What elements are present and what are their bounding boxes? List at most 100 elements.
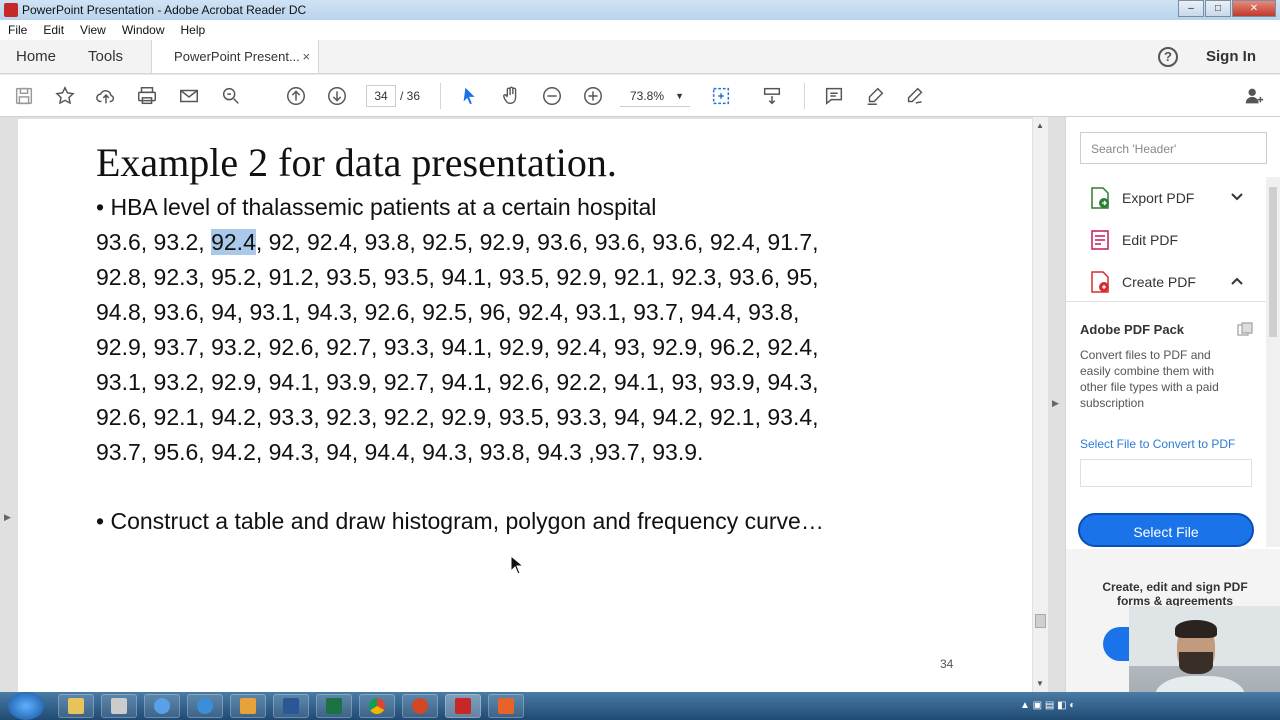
powerpoint-icon [412,698,428,714]
search-icon[interactable] [219,84,243,108]
right-panel-toggle-icon[interactable]: ▶ [1052,398,1059,409]
zoom-select[interactable]: 73.8% ▼ [620,85,690,107]
bullet-2-text: Construct a table and draw histogram, po… [110,508,824,534]
menu-window[interactable]: Window [114,23,173,37]
data-line-1-post: , 92, 92.4, 93.8, 92.5, 92.9, 93.6, 93.6… [255,229,819,255]
sign-icon[interactable] [903,84,927,108]
page-total: / 36 [400,89,421,103]
taskbar-excel[interactable] [316,694,352,718]
pdf-pack-description: Convert files to PDF and easily combine … [1080,348,1219,410]
tools-search-input[interactable]: Search 'Header' [1080,132,1267,164]
select-cursor-icon[interactable] [458,84,482,108]
zoom-in-icon[interactable] [581,84,605,108]
data-line: 94.8, 93.6, 94, 93.1, 94.3, 92.6, 92.5, … [96,299,800,325]
taskbar-acrobat[interactable] [445,694,481,718]
save-icon[interactable] [12,84,36,108]
tab-bar: Home Tools PowerPoint Present... × ? Sig… [0,40,1280,74]
taskbar-explorer[interactable] [58,694,94,718]
pdf-page: Example 2 for data presentation. • HBA l… [18,119,1032,692]
create-pdf-icon [1091,271,1109,293]
folder-icon [68,698,84,714]
recorder-icon [498,698,514,714]
excel-icon [326,698,342,714]
window-title: PowerPoint Presentation - Adobe Acrobat … [22,3,307,17]
fit-page-icon[interactable] [709,84,733,108]
taskbar-app[interactable] [101,694,137,718]
scrolling-mode-icon[interactable] [760,84,784,108]
panel-scrollbar[interactable] [1266,177,1280,547]
comment-icon[interactable] [822,84,846,108]
previous-page-icon[interactable] [284,84,308,108]
maximize-button[interactable]: □ [1205,0,1231,17]
tab-tools[interactable]: Tools [72,40,139,73]
window-titlebar: PowerPoint Presentation - Adobe Acrobat … [0,0,1280,20]
email-icon[interactable] [177,84,201,108]
zoom-out-icon[interactable] [540,84,564,108]
data-line-1-pre: 93.6, 93.2, [96,229,212,255]
taskbar-word[interactable] [273,694,309,718]
menu-view[interactable]: View [72,23,114,37]
app-icon [240,698,256,714]
scroll-thumb[interactable] [1035,614,1046,628]
highlighted-text[interactable]: 92.4 [211,229,256,255]
panel-scroll-thumb[interactable] [1269,187,1277,337]
hand-tool-icon[interactable] [499,84,523,108]
help-icon[interactable]: ? [1158,46,1178,67]
acrobat-icon [455,698,471,714]
chevron-down-icon[interactable] [1231,191,1243,205]
tab-document-label: PowerPoint Present... [174,49,300,64]
select-file-button[interactable]: Select File [1078,513,1254,547]
export-pdf-icon [1091,187,1109,209]
bullet-2: • Construct a table and draw histogram, … [96,508,824,534]
next-page-icon[interactable] [325,84,349,108]
tab-document[interactable]: PowerPoint Present... × [151,40,320,73]
export-pdf-label: Export PDF [1122,190,1195,206]
data-line: 93.1, 93.2, 92.9, 94.1, 93.9, 92.7, 94.1… [96,369,819,395]
close-window-button[interactable]: ✕ [1232,0,1276,17]
tab-home[interactable]: Home [0,40,72,73]
promo-text: Create, edit and sign PDF forms & agreem… [1102,580,1248,608]
export-pdf-item[interactable]: Export PDF [1090,187,1194,209]
share-user-icon[interactable] [1242,84,1266,108]
edit-pdf-item[interactable]: Edit PDF [1090,229,1178,251]
tab-close-icon[interactable]: × [302,49,310,64]
document-scrollbar[interactable]: ▲ ▼ [1033,117,1048,692]
taskbar-app[interactable] [144,694,180,718]
system-tray[interactable]: ▲ ▣ ▤ ◧ ◐ [1020,700,1075,711]
skype-icon [197,698,213,714]
convert-label: Select File to Convert to PDF [1080,437,1236,451]
data-line: 92.8, 92.3, 95.2, 91.2, 93.5, 93.5, 94.1… [96,264,819,290]
scroll-down-icon[interactable]: ▼ [1036,679,1044,688]
taskbar-chrome[interactable] [359,694,395,718]
menu-file[interactable]: File [0,23,35,37]
data-line: 92.9, 93.7, 93.2, 92.6, 92.7, 93.3, 94.1… [96,334,819,360]
taskbar-app[interactable] [187,694,223,718]
windows-taskbar: ▲ ▣ ▤ ◧ ◐ [0,692,1280,720]
highlight-pen-icon[interactable] [863,84,887,108]
sign-in-button[interactable]: Sign In [1206,48,1256,65]
menu-help[interactable]: Help [173,23,214,37]
start-button[interactable] [8,692,44,720]
bullet-1-text: HBA level of thalassemic patients at a c… [110,194,657,220]
taskbar-app[interactable] [488,694,524,718]
scroll-up-icon[interactable]: ▲ [1036,121,1044,130]
file-drop-field[interactable] [1080,459,1252,487]
menu-edit[interactable]: Edit [35,23,72,37]
acrobat-icon [4,3,18,17]
page-number-input[interactable]: 34 [366,85,396,107]
upload-cloud-icon[interactable] [94,84,118,108]
create-pdf-item[interactable]: Create PDF [1090,271,1196,293]
left-panel-toggle-icon[interactable]: ▶ [4,512,11,523]
slide-title: Example 2 for data presentation. [96,140,617,185]
pdf-pack-title: Adobe PDF Pack [1080,322,1185,337]
minimize-button[interactable]: – [1178,0,1204,17]
print-icon[interactable] [135,84,159,108]
chrome-icon [369,698,385,714]
document-viewport[interactable]: ▶ Example 2 for data presentation. • HBA… [0,117,1065,692]
create-pdf-label: Create PDF [1122,274,1196,290]
bookmark-star-icon[interactable] [53,84,77,108]
taskbar-app[interactable] [230,694,266,718]
taskbar-powerpoint[interactable] [402,694,438,718]
slide-page-number: 34 [940,657,954,671]
chevron-up-icon[interactable] [1231,275,1243,289]
